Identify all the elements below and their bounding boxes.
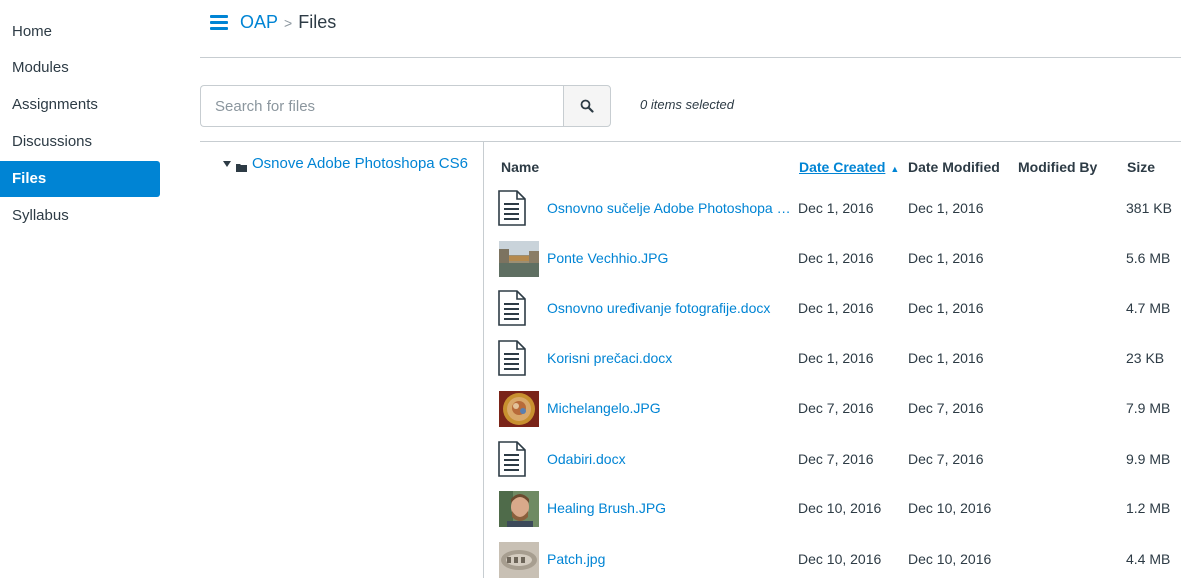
table-row[interactable]: Korisni prečaci.docx Dec 1, 2016 Dec 1, … <box>498 333 1181 385</box>
course-navigation: Home Modules Assignments Discussions Fil… <box>0 0 160 578</box>
table-row[interactable]: Osnovno sučelje Adobe Photoshopa CS6.doc… <box>498 183 1181 235</box>
nav-item-assignments[interactable]: Assignments <box>0 87 160 123</box>
date-created: Dec 7, 2016 <box>798 451 874 467</box>
table-row[interactable]: Healing Brush.JPG Dec 10, 2016 Dec 10, 2… <box>498 483 1181 535</box>
nav-item-discussions[interactable]: Discussions <box>0 124 160 160</box>
folder-icon <box>236 159 247 172</box>
table-row[interactable]: Osnovno uređivanje fotografije.docx Dec … <box>498 283 1181 335</box>
breadcrumb: OAP > Files <box>240 11 336 34</box>
tree-divider <box>483 141 484 578</box>
sort-up-icon: ▲ <box>890 164 900 174</box>
caret-down-icon[interactable] <box>222 159 232 169</box>
date-created: Dec 1, 2016 <box>798 300 874 316</box>
document-icon <box>498 290 526 326</box>
file-name-link[interactable]: Odabiri.docx <box>547 451 795 467</box>
document-icon <box>498 340 526 376</box>
nav-item-home[interactable]: Home <box>0 14 160 50</box>
file-size: 1.2 MB <box>1126 500 1171 516</box>
breadcrumb-separator: > <box>284 15 293 31</box>
date-modified: Dec 10, 2016 <box>908 551 992 567</box>
table-row[interactable]: Patch.jpg Dec 10, 2016 Dec 10, 2016 4.4 … <box>498 534 1181 578</box>
hamburger-icon[interactable] <box>210 15 228 31</box>
folder-tree: Osnove Adobe Photoshopa CS6 <box>222 155 468 172</box>
column-header-modified-by[interactable]: Modified By <box>1018 159 1097 175</box>
file-size: 4.4 MB <box>1126 551 1171 567</box>
date-modified: Dec 10, 2016 <box>908 500 992 516</box>
file-name-link[interactable]: Korisni prečaci.docx <box>547 350 795 366</box>
file-name-link[interactable]: Osnovno uređivanje fotografije.docx <box>547 300 795 316</box>
date-modified: Dec 1, 2016 <box>908 300 984 316</box>
file-size: 381 KB <box>1126 200 1172 216</box>
date-created: Dec 1, 2016 <box>798 250 874 266</box>
file-size: 9.9 MB <box>1126 451 1171 467</box>
date-created: Dec 10, 2016 <box>798 500 882 516</box>
file-size: 4.7 MB <box>1126 300 1171 316</box>
file-size: 23 KB <box>1126 350 1165 366</box>
content-divider <box>200 141 1181 142</box>
date-modified: Dec 7, 2016 <box>908 451 984 467</box>
search-input[interactable] <box>200 85 564 127</box>
column-header-date-created[interactable]: Date Created ▲ <box>799 159 899 175</box>
document-icon <box>498 441 526 477</box>
column-header-size[interactable]: Size <box>1127 159 1155 175</box>
stone-thumbnail <box>499 542 539 578</box>
date-modified: Dec 1, 2016 <box>908 350 984 366</box>
header-divider <box>200 57 1181 58</box>
portrait-thumbnail <box>499 491 539 527</box>
table-row[interactable]: Odabiri.docx Dec 7, 2016 Dec 7, 2016 9.9… <box>498 434 1181 486</box>
file-size: 7.9 MB <box>1126 400 1171 416</box>
file-size: 5.6 MB <box>1126 250 1171 266</box>
search-button[interactable] <box>563 85 611 127</box>
table-row[interactable]: Ponte Vechhio.JPG Dec 1, 2016 Dec 1, 201… <box>498 233 1181 285</box>
date-created: Dec 10, 2016 <box>798 551 882 567</box>
column-header-date-modified[interactable]: Date Modified <box>908 159 1000 175</box>
column-header-name[interactable]: Name <box>501 159 539 175</box>
date-modified: Dec 1, 2016 <box>908 250 984 266</box>
date-modified: Dec 7, 2016 <box>908 400 984 416</box>
bridge-thumbnail <box>499 241 539 277</box>
nav-item-syllabus[interactable]: Syllabus <box>0 198 160 234</box>
nav-item-files[interactable]: Files <box>0 161 160 197</box>
date-created: Dec 1, 2016 <box>798 350 874 366</box>
file-name-link[interactable]: Ponte Vechhio.JPG <box>547 250 795 266</box>
breadcrumb-course-link[interactable]: OAP <box>240 12 278 32</box>
table-row[interactable]: Michelangelo.JPG Dec 7, 2016 Dec 7, 2016… <box>498 383 1181 435</box>
breadcrumb-current: Files <box>298 12 337 32</box>
search-icon <box>580 99 594 113</box>
file-name-link[interactable]: Osnovno sučelje Adobe Photoshopa CS6.doc… <box>547 200 795 216</box>
date-modified: Dec 1, 2016 <box>908 200 984 216</box>
document-icon <box>498 190 526 226</box>
folder-tree-root[interactable]: Osnove Adobe Photoshopa CS6 <box>252 155 468 172</box>
file-name-link[interactable]: Healing Brush.JPG <box>547 500 795 516</box>
date-created: Dec 7, 2016 <box>798 400 874 416</box>
date-created: Dec 1, 2016 <box>798 200 874 216</box>
column-header-date-created-label: Date Created <box>799 159 886 175</box>
file-name-link[interactable]: Patch.jpg <box>547 551 795 567</box>
selected-items-count: 0 items selected <box>640 97 734 112</box>
file-name-link[interactable]: Michelangelo.JPG <box>547 400 795 416</box>
nav-item-modules[interactable]: Modules <box>0 50 160 86</box>
painting-thumbnail <box>499 391 539 427</box>
